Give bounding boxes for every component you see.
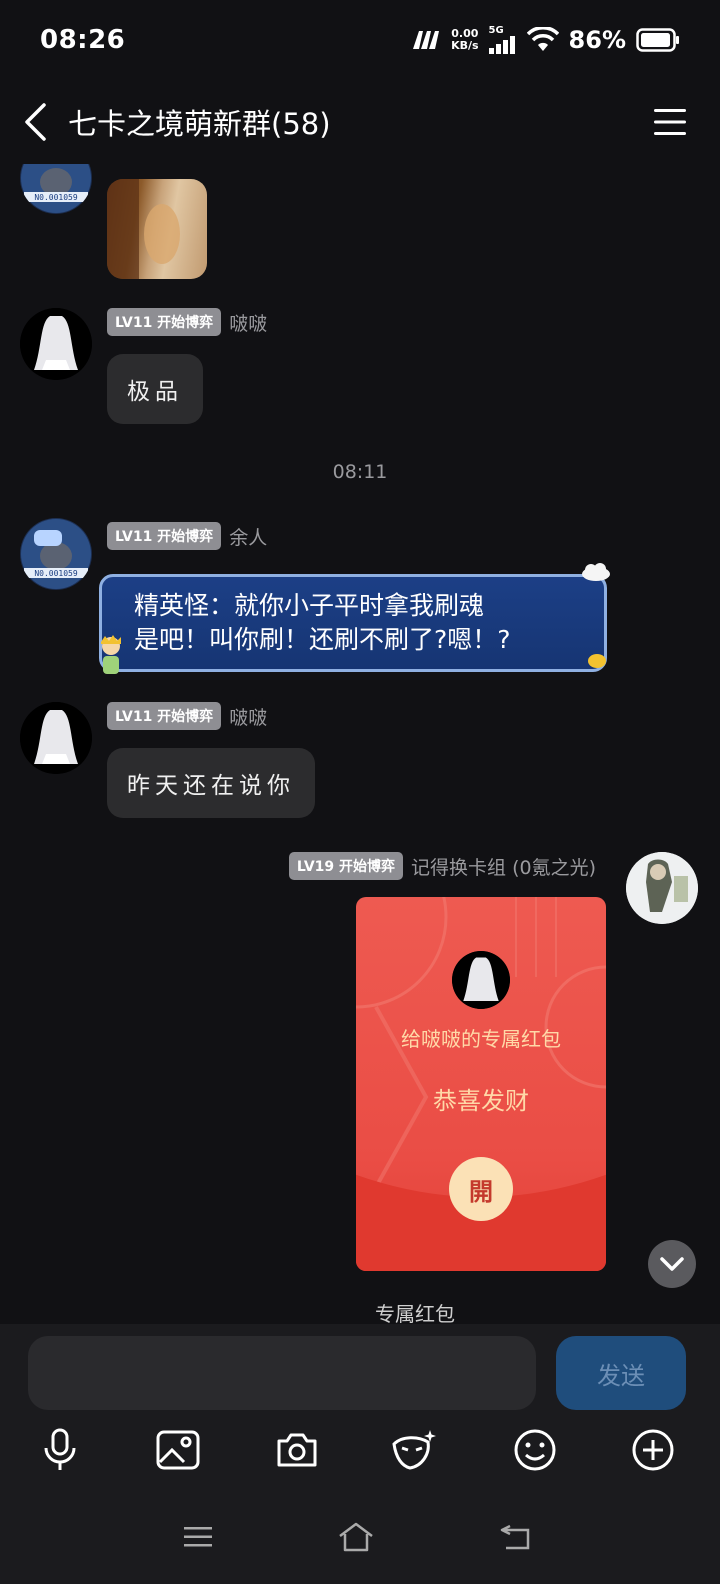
- avatar[interactable]: N0.001059: [20, 518, 92, 590]
- message-meta: LV11 开始博弈 余人: [107, 522, 267, 550]
- text-message[interactable]: 极品: [107, 354, 203, 424]
- status-bar: 08:26 0.00 KB/s 5G 86%: [0, 0, 720, 80]
- battery-level: 86%: [568, 26, 626, 54]
- emoji-icon: [514, 1429, 556, 1471]
- red-packet-recipient: 给啵啵的专属红包: [401, 1027, 561, 1051]
- plus-icon: [632, 1429, 674, 1471]
- group-title: 七卡之境萌新群(58): [68, 107, 331, 141]
- mic-icon: [44, 1428, 76, 1470]
- message-line: 是吧！叫你刷！还刷不刷了?嗯！?: [134, 625, 511, 654]
- tom-cat-avatar-icon: N0.001059: [21, 519, 91, 589]
- chevron-left-icon: [25, 103, 46, 141]
- camera-icon: [277, 1433, 317, 1467]
- recipient-avatar: [452, 951, 510, 1009]
- status-time: 08:26: [40, 25, 126, 55]
- back-button[interactable]: [0, 80, 70, 164]
- menu-icon: [184, 1527, 212, 1547]
- red-packet-card[interactable]: 给啵啵的专属红包 恭喜发财 開: [356, 897, 606, 1271]
- svg-text:N0.001059: N0.001059: [34, 193, 78, 202]
- moon-decoration-icon: [588, 654, 606, 668]
- wifi-icon: [526, 27, 559, 51]
- white-hair-girl-avatar-icon: [20, 308, 92, 380]
- avatar[interactable]: [626, 852, 698, 924]
- red-packet-caption: 专属红包: [375, 1302, 455, 1324]
- avatar[interactable]: [20, 702, 92, 774]
- white-hair-girl-avatar-icon: [452, 951, 510, 1009]
- system-nav-bar: [0, 1502, 720, 1584]
- home-icon: [339, 1522, 373, 1552]
- emoji-button[interactable]: [505, 1420, 565, 1480]
- message-meta: LV11 开始博弈 啵啵: [107, 702, 267, 730]
- scroll-to-bottom-button[interactable]: [648, 1240, 696, 1288]
- more-functions-button[interactable]: [623, 1420, 683, 1480]
- magic-expression-button[interactable]: [384, 1420, 444, 1480]
- level-badge: LV11 开始博弈: [107, 702, 222, 730]
- level-badge: LV11 开始博弈: [107, 522, 222, 550]
- sender-name[interactable]: 记得换卡组 (0氪之光): [411, 853, 596, 880]
- sender-name[interactable]: 余人: [229, 523, 267, 550]
- avatar[interactable]: [20, 308, 92, 380]
- more-menu-button[interactable]: [650, 102, 690, 142]
- network-type: 5G: [488, 25, 504, 36]
- open-red-packet-button[interactable]: 開: [449, 1157, 513, 1221]
- level-badge: LV11 开始博弈: [107, 308, 222, 336]
- red-packet-wish: 恭喜发财: [433, 1087, 529, 1115]
- message-input[interactable]: [28, 1336, 536, 1410]
- sender-name[interactable]: 啵啵: [229, 309, 267, 336]
- white-hair-girl-avatar-icon: [20, 702, 92, 774]
- recent-apps-button[interactable]: [168, 1512, 228, 1562]
- camera-button[interactable]: [267, 1420, 327, 1480]
- hamburger-icon: [654, 109, 686, 135]
- text-message[interactable]: 昨天还在说你: [107, 748, 315, 818]
- sender-name[interactable]: 啵啵: [229, 703, 267, 730]
- message-list[interactable]: N0.001059 LV11 开始博弈 啵啵 极品 08:11 N0.00105…: [0, 164, 720, 1324]
- svg-text:N0.001059: N0.001059: [34, 569, 78, 578]
- cloud-decoration-icon: [582, 563, 610, 581]
- level-badge: LV19 开始博弈: [288, 852, 404, 880]
- net-speed: 0.00 KB/s: [451, 28, 478, 52]
- mask-icon: [392, 1430, 436, 1470]
- avatar[interactable]: N0.001059: [20, 164, 92, 214]
- input-toolbar: [0, 1420, 720, 1502]
- image-icon: [156, 1430, 200, 1470]
- message-meta: LV11 开始博弈 啵啵: [107, 308, 267, 336]
- image-message[interactable]: [107, 179, 207, 279]
- decorated-text-message[interactable]: 精英怪：就你小子平时拿我刷魂 是吧！叫你刷！还刷不刷了?嗯！?: [99, 574, 607, 672]
- time-divider: 08:11: [332, 461, 388, 483]
- chat-header: 七卡之境萌新群(58): [0, 80, 720, 164]
- back-nav-button[interactable]: [485, 1512, 545, 1562]
- status-indicators: 0.00 KB/s 5G 86%: [411, 26, 680, 54]
- back-icon: [500, 1524, 530, 1550]
- signal-icon: 5G: [488, 25, 517, 54]
- tom-cat-avatar-icon: N0.001059: [21, 164, 91, 213]
- voice-button[interactable]: [30, 1420, 90, 1480]
- chevron-down-icon: [660, 1257, 684, 1271]
- message-line: 精英怪：就你小子平时拿我刷魂: [134, 591, 485, 620]
- album-button[interactable]: [148, 1420, 208, 1480]
- send-button[interactable]: 发送: [556, 1336, 686, 1410]
- home-button[interactable]: [326, 1512, 386, 1562]
- nfc-icon: [413, 31, 440, 49]
- input-panel: 发送: [0, 1324, 720, 1584]
- net-speed-unit: KB/s: [451, 39, 479, 52]
- battery-icon: [636, 28, 679, 52]
- photo-thumbnail: [107, 179, 180, 279]
- message-meta: LV19 开始博弈 记得换卡组 (0氪之光): [288, 852, 596, 880]
- little-prince-decoration-icon: [101, 635, 121, 674]
- character-avatar-icon: [626, 852, 698, 924]
